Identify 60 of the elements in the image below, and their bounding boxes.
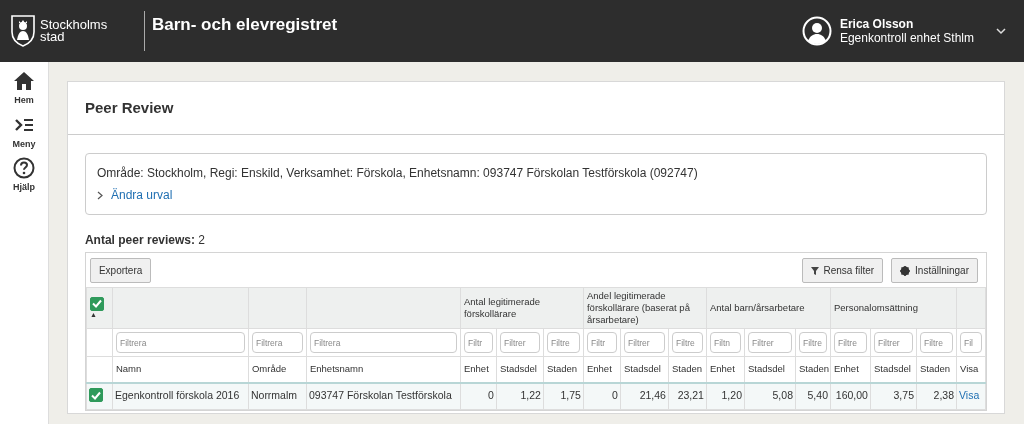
settings-button[interactable]: Inställningar: [891, 258, 978, 283]
filter-field[interactable]: Filtrer: [747, 332, 792, 353]
table-cell: 093747 Förskolan Testförskola: [306, 382, 461, 410]
sidebar-item[interactable]: Meny: [12, 113, 36, 151]
filter-field[interactable]: Filtre: [671, 332, 703, 353]
user-name: Erica Olsson: [839, 17, 915, 31]
filter-field[interactable]: Filtre: [919, 332, 953, 353]
filter-field[interactable]: Filtrera: [309, 332, 457, 353]
filter-field[interactable]: Filtr: [463, 332, 493, 353]
filter-field[interactable]: Filtrer: [499, 332, 540, 353]
logo-text: stad: [40, 31, 66, 43]
change-selection-link[interactable]: Ändra urval: [110, 186, 173, 204]
table-cell: 0: [460, 382, 497, 410]
checkbox[interactable]: [88, 388, 103, 403]
table-cell: 1,20: [706, 382, 745, 410]
count-label: Antal peer reviews:: [84, 233, 195, 247]
count-value: 2: [198, 233, 206, 247]
chevron-down-icon[interactable]: [996, 27, 1006, 35]
avatar-icon: [801, 16, 832, 46]
table-cell: Egenkontroll förskola 2016: [112, 382, 249, 410]
home-icon: [12, 70, 35, 92]
filter-icon: [810, 266, 819, 275]
table-cell: 21,46: [620, 382, 669, 410]
filter-field[interactable]: Filtn: [709, 332, 741, 353]
filter-field[interactable]: Filtrera: [251, 332, 303, 353]
filter-field[interactable]: Filtr: [586, 332, 617, 353]
table-cell: 0: [583, 382, 621, 410]
column-group-header: Antal barn/årsarbetare: [706, 287, 831, 329]
filter-field[interactable]: Filtrera: [115, 332, 245, 353]
help-icon: [12, 157, 35, 179]
table-cell: 1,22: [496, 382, 544, 410]
clear-filter-button[interactable]: Rensa filter: [801, 258, 884, 283]
selection-summary: Område: Stockholm, Regi: Enskild, Verksamhet: Förskola, Enhetsnamn: 093747 Förskolan Testförskola (092747): [96, 165, 699, 182]
filter-field[interactable]: Fil: [960, 332, 982, 353]
table-cell: 5,40: [795, 382, 831, 410]
gear-icon: [900, 265, 911, 276]
table-cell: 23,21: [668, 382, 707, 410]
user-role: Egenkontroll enhet Sthlm: [839, 31, 974, 45]
table-cell: 3,75: [870, 382, 917, 410]
table-cell: 2,38: [916, 382, 957, 410]
column-group-header: Personalomsättning: [830, 287, 957, 329]
checkbox[interactable]: [89, 296, 104, 311]
sidebar-item[interactable]: Hem: [12, 70, 35, 108]
sidebar-item[interactable]: Hjälp: [12, 157, 35, 195]
column-group-header: Antal legitimerade förskollärare: [460, 287, 584, 329]
filter-field[interactable]: Filtre: [546, 332, 580, 353]
export-button[interactable]: Exportera: [89, 258, 152, 283]
table-cell: 5,08: [744, 382, 796, 410]
filter-field[interactable]: Filtre: [798, 332, 827, 353]
column-group-header: Andel legitimerade förskollärare (baserat på årsarbetare): [583, 287, 707, 329]
table-cell: 160,00: [830, 382, 871, 410]
shield-logo-icon: [10, 14, 36, 48]
page-title: Peer Review: [84, 99, 174, 117]
logo-text: Stockholms: [40, 19, 108, 31]
filter-field[interactable]: Filtrer: [623, 332, 665, 353]
filter-field[interactable]: Filtrer: [873, 332, 913, 353]
table-cell: 1,75: [543, 382, 584, 410]
app-title: Barn- och elevregistret: [151, 14, 338, 36]
filter-field[interactable]: Filtre: [833, 332, 867, 353]
table-cell: Norrmalm: [248, 382, 307, 410]
